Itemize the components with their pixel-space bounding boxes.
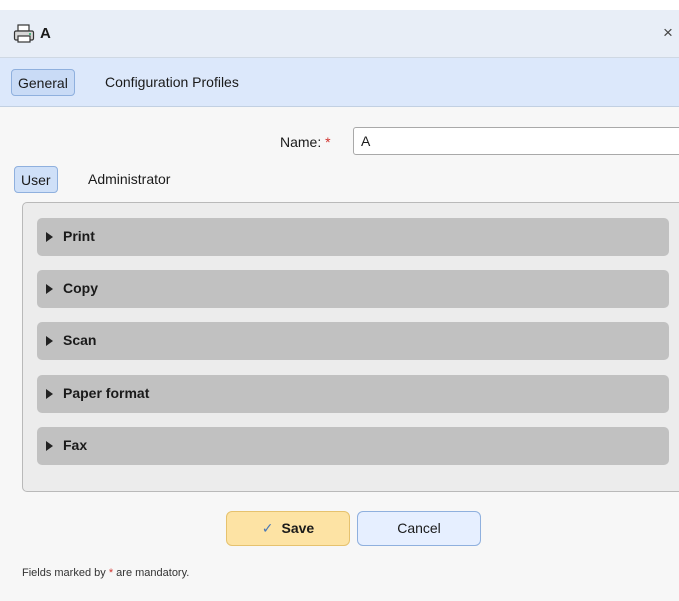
- subtab-user[interactable]: User: [14, 166, 58, 193]
- section-paper-format[interactable]: Paper format: [37, 375, 669, 413]
- expand-arrow-icon: [46, 284, 53, 294]
- expand-arrow-icon: [46, 336, 53, 346]
- expand-arrow-icon: [46, 441, 53, 451]
- save-button-label: Save: [281, 520, 315, 536]
- section-fax[interactable]: Fax: [37, 427, 669, 465]
- cancel-button[interactable]: Cancel: [357, 511, 481, 546]
- tab-configuration-profiles[interactable]: Configuration Profiles: [99, 69, 245, 96]
- name-label: Name: *: [280, 134, 331, 150]
- printer-icon: [13, 24, 35, 43]
- section-copy[interactable]: Copy: [37, 270, 669, 308]
- main-tab-strip: General Configuration Profiles: [0, 58, 679, 107]
- settings-panel: Print Copy Scan Paper format Fax: [22, 202, 679, 492]
- save-button[interactable]: ✓ Save: [226, 511, 350, 546]
- section-scan[interactable]: Scan: [37, 322, 669, 360]
- expand-arrow-icon: [46, 389, 53, 399]
- checkmark-icon: ✓: [261, 520, 274, 536]
- section-label: Fax: [63, 437, 88, 453]
- tab-general[interactable]: General: [11, 69, 75, 96]
- close-icon[interactable]: ×: [658, 22, 678, 44]
- section-label: Print: [63, 228, 95, 244]
- mandatory-footnote: Fields marked by * are mandatory.: [22, 567, 190, 579]
- section-print[interactable]: Print: [37, 218, 669, 256]
- name-input[interactable]: [353, 127, 679, 155]
- expand-arrow-icon: [46, 232, 53, 242]
- section-label: Scan: [63, 332, 97, 348]
- dialog-titlebar: A ×: [0, 10, 679, 58]
- required-marker: *: [325, 134, 331, 150]
- subtab-administrator[interactable]: Administrator: [82, 166, 176, 193]
- dialog-content: Name: * User Administrator Print Copy Sc…: [0, 107, 679, 601]
- section-label: Copy: [63, 280, 98, 296]
- section-label: Paper format: [63, 385, 150, 401]
- dialog-title: A: [40, 25, 51, 42]
